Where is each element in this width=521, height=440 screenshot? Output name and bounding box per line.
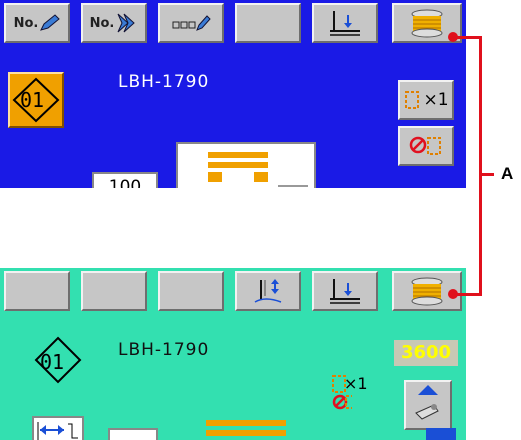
callout-dot-top xyxy=(448,32,458,42)
pencil-icon xyxy=(40,14,61,31)
model-name: LBH-1790 xyxy=(118,340,210,360)
callout-tick xyxy=(482,173,494,176)
thread-trim-button[interactable] xyxy=(32,416,84,440)
blank-button[interactable] xyxy=(158,271,224,311)
callout-label: A xyxy=(501,164,514,183)
pattern-no-button[interactable]: 01 xyxy=(8,72,64,128)
no-label: No. xyxy=(89,15,115,31)
counter-status: ×1 xyxy=(330,374,380,414)
presser-down-icon xyxy=(330,279,360,304)
presser-down-button[interactable] xyxy=(312,271,378,311)
counter-x1-button[interactable]: ×1 xyxy=(398,80,454,120)
counter-x1-icon xyxy=(405,91,420,109)
bottom-toolbar xyxy=(0,268,466,314)
callout-line-vertical xyxy=(479,36,482,296)
counter-change-button[interactable] xyxy=(404,380,452,430)
text-edit-icon xyxy=(172,15,211,31)
model-name: LBH-1790 xyxy=(118,72,210,92)
counter-display: 3600 xyxy=(394,340,458,366)
data-input-screen-top: No. No. 01 LBH-1790 ×1 100 xyxy=(0,0,466,188)
blank-button[interactable] xyxy=(4,271,70,311)
presser-down-icon xyxy=(330,11,360,36)
pattern-no-value: 01 xyxy=(40,350,65,374)
partial-button[interactable] xyxy=(108,428,158,440)
partial-value-button[interactable]: 100 xyxy=(92,172,158,188)
blank-button[interactable] xyxy=(235,3,301,43)
no-label: No. xyxy=(13,15,39,31)
blank-button[interactable] xyxy=(81,271,147,311)
pattern-no-display: 01 xyxy=(30,334,86,390)
presser-down-button[interactable] xyxy=(312,3,378,43)
thread-clamp-button[interactable] xyxy=(235,271,301,311)
counter-off-icon xyxy=(409,136,441,155)
name-edit-button[interactable] xyxy=(158,3,224,43)
bobbin-icon xyxy=(411,277,443,306)
top-toolbar: No. No. xyxy=(0,0,466,46)
stitch-length-icon xyxy=(37,422,78,440)
x1-label: ×1 xyxy=(423,90,449,110)
down-arrow-button[interactable] xyxy=(426,428,456,440)
bobbin-icon xyxy=(411,9,443,38)
callout-dot-bottom xyxy=(448,289,458,299)
thread-clamp-icon xyxy=(254,279,282,303)
pattern-no-value: 01 xyxy=(20,88,45,112)
pattern-no-edit-button[interactable]: No. xyxy=(4,3,70,43)
pattern-preview xyxy=(206,418,286,440)
buttonhole-shape-icon xyxy=(208,152,308,187)
buttonhole-shape-icon xyxy=(206,420,286,436)
counter-change-icon xyxy=(415,385,439,420)
arrow-right-icon xyxy=(117,13,136,33)
sewing-screen-bottom: 01 LBH-1790 3600 ×1 xyxy=(0,268,466,440)
pattern-no-select-button[interactable]: No. xyxy=(81,3,147,43)
counter-x1-label: ×1 xyxy=(344,374,368,393)
counter-off-button[interactable] xyxy=(398,126,454,166)
pattern-preview[interactable] xyxy=(176,142,316,188)
